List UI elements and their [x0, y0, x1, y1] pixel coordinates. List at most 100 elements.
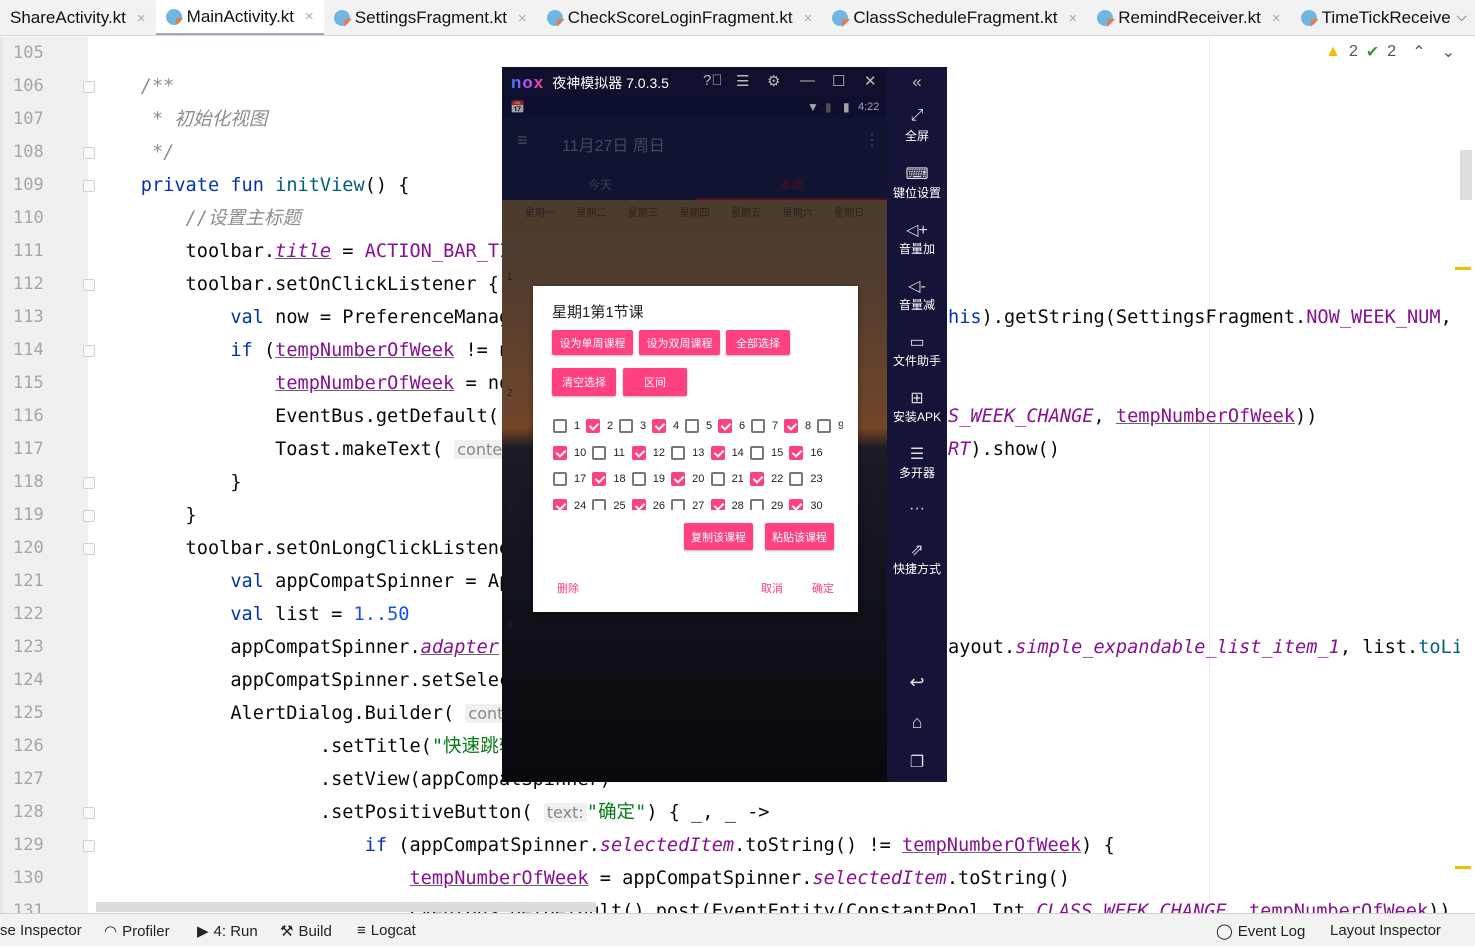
editor-tab[interactable]: ClassScheduleFragment.kt × — [822, 0, 1087, 35]
horizontal-scrollbar[interactable] — [96, 902, 596, 912]
week-checkbox-item[interactable]: 14 — [710, 445, 750, 460]
home-icon[interactable]: ⌂ — [887, 712, 947, 733]
week-checkbox-item[interactable]: 15 — [749, 445, 789, 460]
close-tab-icon[interactable]: × — [137, 10, 146, 27]
recent-apps-icon[interactable]: ❐ — [887, 752, 947, 772]
week-checkbox-item[interactable]: 22 — [749, 472, 789, 487]
cancel-button[interactable]: 取消 — [761, 580, 783, 596]
week-checkbox-item[interactable]: 9 — [817, 419, 843, 433]
week-checkbox[interactable] — [784, 419, 798, 433]
fold-marker-icon[interactable] — [83, 807, 95, 819]
editor-tab[interactable]: RemindReceiver.kt × — [1087, 0, 1290, 35]
week-checkbox-item[interactable]: 26 — [631, 499, 671, 510]
help-icon[interactable]: ?⃝ — [703, 72, 723, 89]
paste-course-button[interactable]: 粘贴该课程 — [765, 523, 834, 550]
sidebar-button-multi-instance[interactable]: ☰ 多开器 — [887, 444, 947, 481]
layout-inspector-button[interactable]: Layout Inspector — [1330, 922, 1441, 939]
week-checkbox[interactable] — [749, 472, 764, 487]
collapse-sidebar-icon[interactable]: « — [887, 72, 947, 92]
week-checkbox[interactable] — [619, 419, 633, 433]
week-checkbox[interactable] — [553, 472, 567, 487]
week-checkbox-item[interactable]: 18 — [592, 472, 631, 487]
week-checkbox[interactable] — [631, 472, 646, 487]
week-checkbox[interactable] — [817, 419, 831, 433]
close-tab-icon[interactable]: × — [1068, 10, 1077, 27]
back-icon[interactable]: ↩ — [887, 672, 947, 693]
range-button[interactable]: 区间 — [623, 368, 687, 396]
minimize-icon[interactable]: — — [800, 72, 815, 89]
sidebar-button-install-apk[interactable]: ⊞ 安装APK — [887, 388, 947, 425]
clear-selection-button[interactable]: 清空选择 — [552, 368, 616, 396]
sidebar-button-file-helper[interactable]: ▭ 文件助手 — [887, 332, 947, 369]
fold-marker-icon[interactable] — [83, 81, 95, 93]
week-checkbox-item[interactable]: 17 — [553, 472, 592, 487]
week-checkbox-item[interactable]: 4 — [652, 419, 685, 433]
fold-marker-icon[interactable] — [83, 477, 95, 489]
week-checkbox-item[interactable]: 7 — [751, 419, 784, 433]
week-checkbox-item[interactable]: 30 — [789, 499, 828, 510]
maximize-icon[interactable]: ☐ — [832, 72, 845, 90]
select-all-button[interactable]: 全部选择 — [726, 330, 790, 355]
android-screen[interactable]: 📅 ▼ ▮ ▮ 4:22 ≡ 11月27日 周日 ⋮ 今天 本周 星期一 星期二星… — [502, 98, 887, 782]
week-checkbox-item[interactable]: 5 — [685, 419, 718, 433]
week-checkbox[interactable] — [751, 419, 765, 433]
week-checkbox[interactable] — [592, 499, 607, 510]
week-checkbox-item[interactable]: 13 — [671, 445, 710, 460]
editor-tab[interactable]: SettingsFragment.kt × — [324, 0, 537, 35]
week-checkbox[interactable] — [789, 472, 804, 487]
next-highlight-icon[interactable]: ⌄ — [1442, 42, 1455, 62]
fold-marker-icon[interactable] — [83, 180, 95, 192]
week-checkbox-item[interactable]: 25 — [592, 499, 631, 510]
week-checkbox[interactable] — [789, 445, 804, 460]
sidebar-button-shortcut[interactable]: ⇗ 快捷方式 — [887, 540, 947, 577]
week-checkbox[interactable] — [789, 499, 804, 510]
close-tab-icon[interactable]: × — [804, 10, 813, 27]
vertical-scrollbar[interactable] — [1460, 150, 1472, 200]
week-checkbox-item[interactable]: 21 — [710, 472, 750, 487]
fold-marker-icon[interactable] — [83, 345, 95, 357]
week-checkbox[interactable] — [553, 419, 567, 433]
week-checkbox-item[interactable]: 8 — [784, 419, 817, 433]
settings-gear-icon[interactable]: ⚙ — [767, 72, 780, 90]
week-checkbox[interactable] — [671, 445, 686, 460]
week-checkbox-item[interactable]: 27 — [671, 499, 710, 510]
profiler-button[interactable]: ◠ Profiler — [104, 922, 170, 941]
tab-list-chevron-icon[interactable]: ⌵ — [1456, 8, 1467, 25]
week-checkbox[interactable] — [586, 419, 600, 433]
inspection-widget[interactable]: ▲ 2 ✔ 2 ⌃ ⌄ — [1325, 42, 1455, 62]
week-checkbox[interactable] — [553, 445, 567, 460]
warning-stripe[interactable] — [1455, 267, 1471, 270]
sidebar-button-keyboard[interactable]: ⌨ 键位设置 — [887, 164, 947, 201]
set-double-week-button[interactable]: 设为双周课程 — [639, 330, 720, 355]
sidebar-button-volume-up[interactable]: ◁+ 音量加 — [887, 220, 947, 257]
fold-marker-icon[interactable] — [83, 510, 95, 522]
week-checkbox[interactable] — [592, 472, 607, 487]
week-checkbox[interactable] — [749, 499, 764, 510]
emulator-title-bar[interactable]: nox 夜神模拟器 7.0.3.5 ?⃝ ☰ ⚙ — ☐ ✕ — [502, 67, 887, 98]
week-checkbox[interactable] — [652, 419, 666, 433]
week-checkbox-item[interactable]: 23 — [789, 472, 828, 487]
close-tab-icon[interactable]: × — [518, 10, 527, 27]
week-checkbox-item[interactable]: 10 — [553, 445, 592, 460]
previous-highlight-icon[interactable]: ⌃ — [1412, 42, 1425, 62]
fold-marker-icon[interactable] — [83, 840, 95, 852]
fold-marker-icon[interactable] — [83, 279, 95, 291]
sidebar-button-volume-down[interactable]: ◁- 音量减 — [887, 276, 947, 313]
week-checkbox[interactable] — [749, 445, 764, 460]
week-checkbox-item[interactable]: 24 — [553, 499, 592, 510]
editor-tab[interactable]: MainActivity.kt × — [155, 0, 324, 35]
editor-tab[interactable]: ShareActivity.kt × — [0, 0, 156, 35]
set-single-week-button[interactable]: 设为单周课程 — [552, 330, 633, 355]
build-button[interactable]: ⚒ Build — [280, 922, 332, 941]
run-button[interactable]: ▶ 4: Run — [197, 922, 258, 941]
warning-stripe[interactable] — [1455, 866, 1471, 869]
close-icon[interactable]: ✕ — [864, 72, 877, 90]
week-checkbox-item[interactable]: 1 — [553, 419, 586, 433]
week-checkbox[interactable] — [710, 472, 725, 487]
week-checkbox-item[interactable]: 6 — [718, 419, 751, 433]
copy-course-button[interactable]: 复制该课程 — [684, 523, 753, 550]
week-checkbox-item[interactable]: 12 — [631, 445, 671, 460]
week-checkbox-item[interactable]: 11 — [592, 445, 631, 460]
week-checkbox[interactable] — [631, 445, 646, 460]
week-checkbox-item[interactable]: 3 — [619, 419, 652, 433]
